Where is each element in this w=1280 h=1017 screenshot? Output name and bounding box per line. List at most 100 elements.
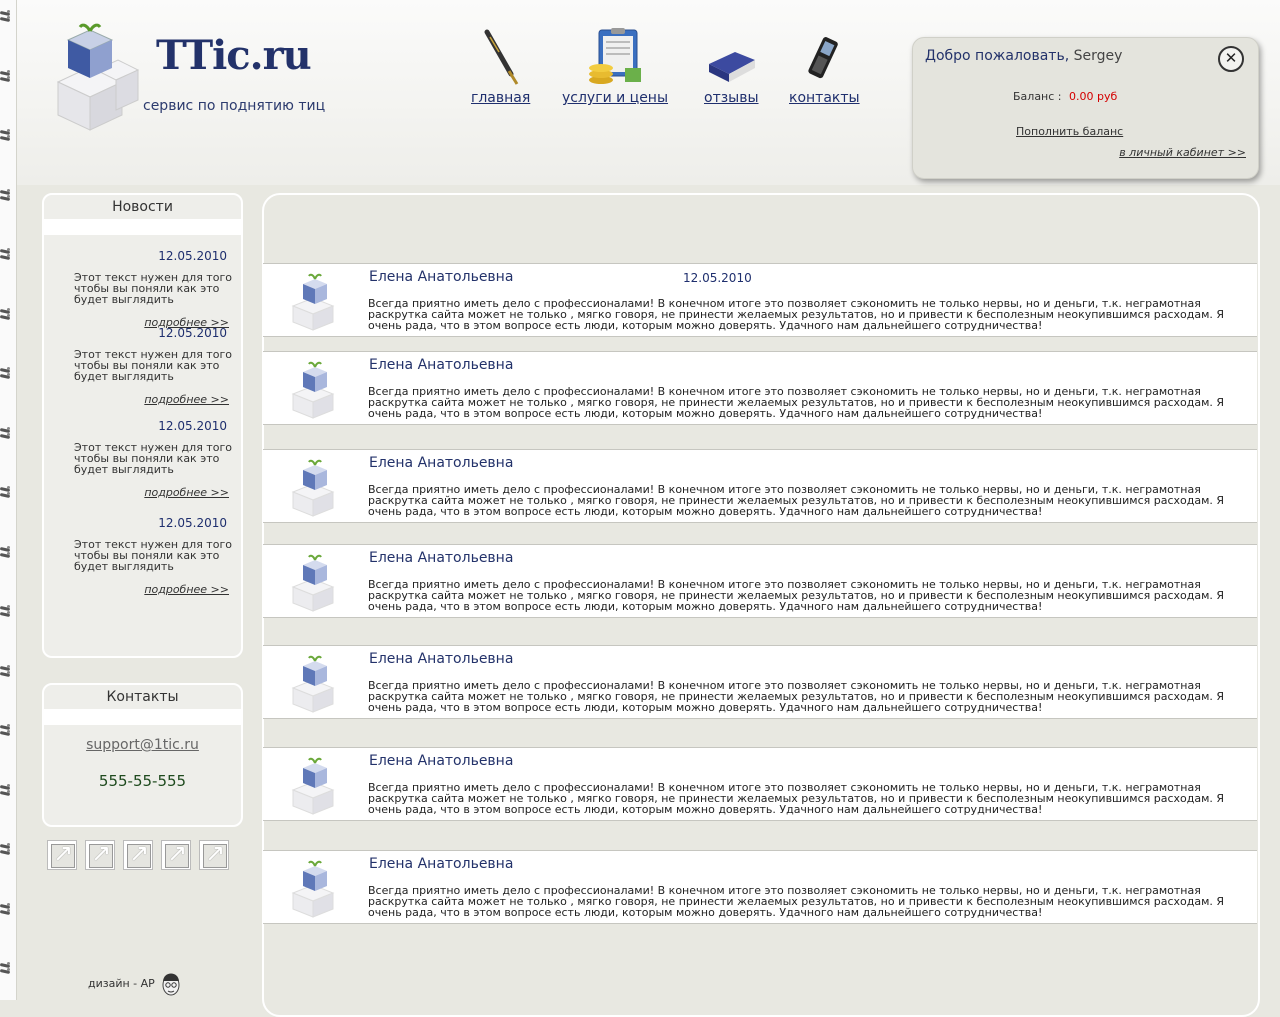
contacts-title: Контакты (106, 689, 179, 705)
spiral-binding (0, 0, 17, 1000)
review-author: Елена Анатольевна (369, 269, 514, 285)
user-panel: Добро пожаловать, Sergey ✕ Баланс : 0.00… (912, 37, 1259, 179)
nav-link-contacts[interactable]: контакты (789, 90, 860, 106)
share-icon[interactable] (47, 839, 77, 870)
review-item: Елена Анатольевна Всегда приятно иметь де… (263, 351, 1257, 425)
balance: Баланс : 0.00 руб (1013, 90, 1117, 103)
avatar-cubes-icon (291, 273, 335, 331)
news-text: Этот текст нужен для того чтобы вы понял… (74, 271, 232, 306)
news-text: Этот текст нужен для того чтобы вы понял… (74, 441, 232, 476)
spiral-ring (0, 789, 12, 798)
review-author: Елена Анатольевна (369, 856, 514, 872)
coins-clipboard-icon (589, 28, 642, 84)
review-item: Елена Анатольевна Всегда приятно иметь де… (263, 747, 1257, 821)
logo-title[interactable]: TTic.ru (156, 32, 312, 79)
review-date: 12.05.2010 (683, 271, 752, 285)
review-item: Елена Анатольевна Всегда приятно иметь де… (263, 544, 1257, 618)
news-date: 12.05.2010 (158, 419, 227, 433)
spiral-ring (0, 16, 12, 24)
spiral-ring (0, 492, 12, 500)
spiral-ring (0, 908, 12, 917)
nav-item-contacts[interactable]: контакты (789, 28, 860, 106)
share-icon[interactable] (123, 839, 153, 870)
news-text: Этот текст нужен для того чтобы вы понял… (74, 348, 232, 383)
review-author: Елена Анатольевна (369, 753, 514, 769)
logo-subtitle: сервис по поднятию тиц (143, 98, 326, 114)
design-credit: дизайн - АР (88, 977, 155, 990)
spiral-ring (0, 373, 12, 381)
balance-label: Баланс : (1013, 90, 1062, 103)
personal-cabinet-link[interactable]: в личный кабинет >> (1119, 146, 1246, 159)
review-text: Всегда приятно иметь дело с профессионал… (368, 297, 1225, 332)
nav-item-home[interactable]: главная (471, 28, 530, 106)
username: Sergey (1073, 48, 1123, 64)
contacts-box: Контакты support@1tic.ru 555-55-555 (42, 683, 243, 827)
avatar-cubes-icon (291, 361, 335, 419)
news-text: Этот текст нужен для того чтобы вы понял… (74, 538, 232, 573)
contact-phone: 555-55-555 (98, 772, 187, 790)
avatar-cubes-icon (291, 860, 335, 918)
spiral-ring (0, 611, 12, 619)
review-author: Елена Анатольевна (369, 550, 514, 566)
review-item: Елена Анатольевна Всегда приятно иметь де… (263, 449, 1257, 523)
review-item: Елена Анатольевна Всегда приятно иметь де… (263, 850, 1257, 924)
news-item: 12.05.2010 Этот текст нужен для того что… (44, 405, 241, 499)
review-text: Всегда приятно иметь дело с профессионал… (368, 884, 1225, 919)
logo-cubes-icon (56, 23, 140, 131)
share-icon[interactable] (161, 839, 191, 870)
spiral-ring (0, 313, 12, 322)
review-author: Елена Анатольевна (369, 357, 514, 373)
spiral-ring (0, 968, 12, 976)
share-icon[interactable] (199, 839, 229, 870)
spiral-ring (0, 254, 12, 262)
review-text: Всегда приятно иметь дело с профессионал… (368, 385, 1225, 420)
avatar-cubes-icon (291, 655, 335, 713)
avatar-cubes-icon (291, 459, 335, 517)
review-author: Елена Анатольевна (369, 455, 514, 471)
contacts-title-bar (44, 709, 241, 725)
review-text: Всегда приятно иметь дело с профессионал… (368, 483, 1225, 518)
book-icon (709, 52, 756, 82)
review-author: Елена Анатольевна (369, 651, 514, 667)
pen-icon (484, 29, 518, 85)
nav-item-services[interactable]: услуги и цены (562, 28, 668, 106)
nav-link-services[interactable]: услуги и цены (562, 90, 668, 106)
balance-value: 0.00 руб (1069, 90, 1118, 103)
news-box: Новости 12.05.2010 Этот текст нужен для … (42, 193, 243, 658)
avatar-cubes-icon (291, 757, 335, 815)
review-item: Елена Анатольевна Всегда приятно иметь де… (263, 645, 1257, 719)
designer-face-icon (162, 973, 180, 996)
news-title-bar (44, 219, 241, 235)
news-date: 12.05.2010 (158, 249, 227, 263)
review-item: Елена Анатольевна 12.05.2010 Всегда приятн… (263, 263, 1257, 337)
spiral-ring (0, 432, 12, 441)
spiral-ring (0, 194, 12, 203)
mobile-phone-icon (808, 37, 839, 79)
share-icon[interactable] (85, 839, 115, 870)
spiral-ring (0, 670, 12, 679)
news-more-link[interactable]: подробнее >> (144, 486, 229, 499)
news-item: 12.05.2010 Этот текст нужен для того что… (44, 312, 241, 406)
topup-balance-link[interactable]: Пополнить баланс (1016, 125, 1123, 138)
spiral-ring (0, 135, 12, 143)
welcome-label: Добро пожаловать, (925, 48, 1070, 64)
news-title: Новости (112, 199, 173, 215)
close-icon[interactable]: ✕ (1218, 46, 1244, 72)
nav-link-reviews[interactable]: отзывы (704, 90, 759, 106)
spiral-ring (0, 551, 12, 560)
news-item: 12.05.2010 Этот текст нужен для того что… (44, 502, 241, 596)
avatar-cubes-icon (291, 554, 335, 612)
spiral-ring (0, 849, 12, 857)
spiral-ring (0, 75, 12, 84)
welcome-text: Добро пожаловать, Sergey (925, 48, 1122, 64)
news-more-link[interactable]: подробнее >> (144, 583, 229, 596)
review-text: Всегда приятно иметь дело с профессионал… (368, 781, 1225, 816)
nav-item-reviews[interactable]: отзывы (704, 28, 759, 106)
review-text: Всегда приятно иметь дело с профессионал… (368, 578, 1225, 613)
nav-link-home[interactable]: главная (471, 90, 530, 106)
news-date: 12.05.2010 (158, 326, 227, 340)
review-text: Всегда приятно иметь дело с профессионал… (368, 679, 1225, 714)
spiral-ring (0, 730, 12, 738)
news-date: 12.05.2010 (158, 516, 227, 530)
contact-email-link[interactable]: support@1tic.ru (44, 737, 241, 753)
